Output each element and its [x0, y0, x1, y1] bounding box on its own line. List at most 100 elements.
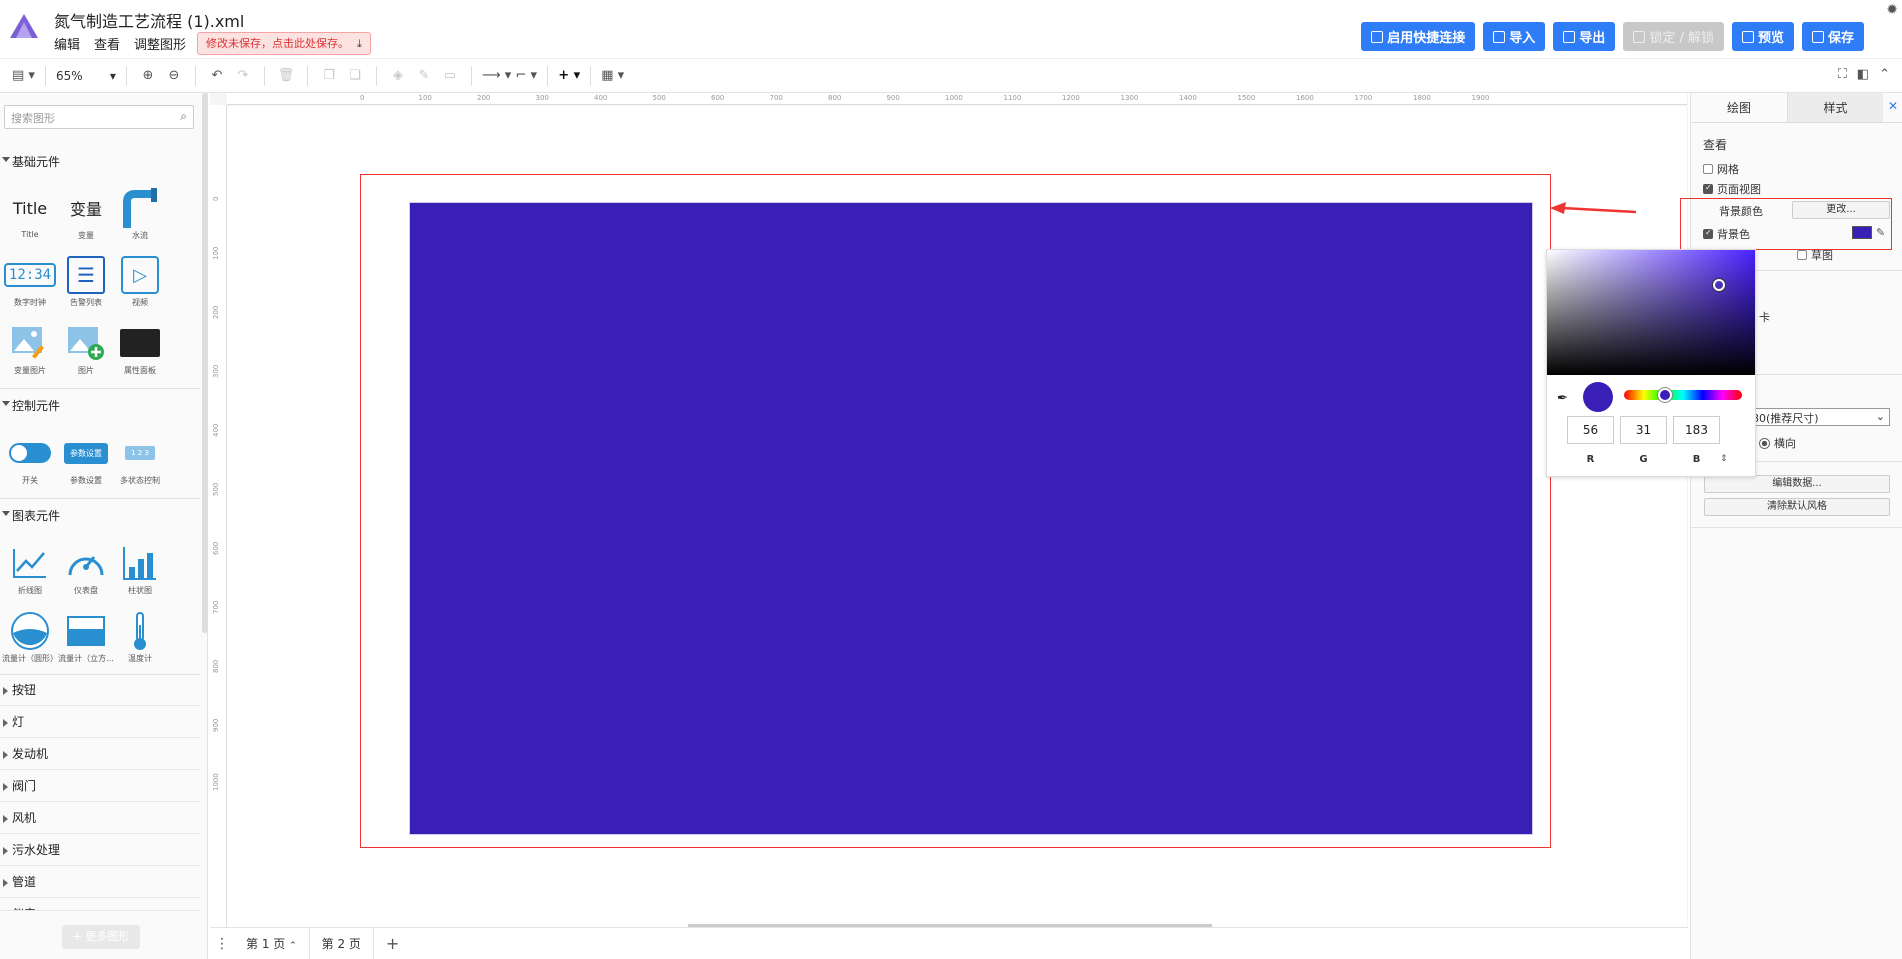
delete-icon[interactable]: 🗑: [275, 65, 297, 87]
page-background[interactable]: [409, 202, 1533, 835]
waypoints-icon[interactable]: ⌐ ▾: [515, 65, 537, 87]
category-fans[interactable]: 风机: [0, 803, 200, 834]
search-input[interactable]: 搜索图形 ⌕: [4, 105, 194, 129]
more-vertical-icon[interactable]: ⋮: [210, 936, 234, 952]
more-shapes-button[interactable]: + 更多图形: [62, 925, 140, 949]
zoom-out-icon[interactable]: ⊖: [163, 65, 185, 87]
menu-edit[interactable]: 编辑: [54, 34, 80, 53]
diagram-page[interactable]: [227, 106, 1687, 927]
menu-view[interactable]: 查看: [94, 34, 120, 53]
shape-image[interactable]: 图片: [58, 321, 114, 376]
category-sewage[interactable]: 污水处理: [0, 835, 200, 866]
page-tab-1[interactable]: 第 1 页 ⌃: [234, 927, 310, 959]
hue-slider[interactable]: [1624, 390, 1742, 400]
shape-digital-clock[interactable]: 12:34 数字时钟: [2, 253, 58, 308]
tab-style[interactable]: 样式: [1787, 93, 1883, 122]
unsaved-notice-button[interactable]: 修改未保存，点击此处保存。 ⤓: [197, 32, 371, 55]
category-lights[interactable]: 灯: [0, 707, 200, 738]
theme-toggle-icon[interactable]: ✹: [1886, 2, 1898, 18]
section-chart[interactable]: 图表元件: [0, 507, 200, 524]
divider: [547, 65, 549, 86]
shape-variable-image[interactable]: 变量图片: [2, 321, 58, 376]
shape-title[interactable]: Title Title: [2, 186, 58, 240]
shape-library: 搜索图形 ⌕ 基础元件 Title Title 变量 变量 水流 12:34 数…: [0, 93, 208, 959]
green-input[interactable]: 31: [1620, 416, 1667, 444]
shape-flowmeter-cube[interactable]: 流量计（立方...: [58, 609, 114, 664]
format-toggle-icon[interactable]: ⇕: [1720, 454, 1728, 464]
shape-variable[interactable]: 变量 变量: [58, 186, 114, 241]
table-icon[interactable]: ▦ ▾: [601, 65, 624, 87]
shape-bar-chart[interactable]: 柱状图: [112, 541, 168, 596]
page-tab-label: 第 1 页: [246, 936, 286, 951]
shape-switch[interactable]: 开关: [2, 431, 58, 486]
import-button[interactable]: 导入: [1483, 22, 1546, 51]
sidebar-scrollbar[interactable]: [202, 93, 208, 633]
eyedropper-icon[interactable]: ✒: [1557, 391, 1568, 406]
fill-color-icon[interactable]: ◈: [387, 65, 409, 87]
param-button-preview: 参数设置: [58, 431, 114, 475]
shape-gauge[interactable]: 仪表盘: [58, 541, 114, 596]
category-buttons[interactable]: 按钮: [0, 675, 200, 706]
grid-checkbox[interactable]: 网格: [1703, 161, 1739, 177]
page-view-checkbox[interactable]: 页面视图: [1703, 181, 1761, 197]
edit-data-button[interactable]: 编辑数据...: [1704, 475, 1890, 493]
category-valves[interactable]: 阀门: [0, 771, 200, 802]
preview-button[interactable]: 预览: [1731, 22, 1794, 51]
paper-size-select[interactable]: 80(推荐尺寸) ⌄: [1747, 408, 1890, 426]
shadow-icon[interactable]: ▭: [439, 65, 461, 87]
category-meters[interactable]: 仪表: [0, 899, 200, 911]
toolbar: ▤ ▾ 65% ▾ ⊕ ⊖ ↶ ↷ 🗑 ❐ ❏ ◈ ✎ ▭ ⟶ ▾ ⌐ ▾ + ▾…: [0, 58, 1902, 93]
menu-arrange[interactable]: 调整图形: [134, 34, 186, 53]
section-control[interactable]: 控制元件: [0, 397, 200, 414]
save-button[interactable]: 保存: [1801, 22, 1864, 51]
format-panel-icon[interactable]: ◧: [1857, 67, 1869, 82]
flowmeter-round-icon: [2, 609, 58, 653]
divider: [590, 65, 592, 86]
category-pipes[interactable]: 管道: [0, 867, 200, 898]
to-back-icon[interactable]: ❏: [344, 65, 366, 87]
shape-thermometer[interactable]: 温度计: [112, 609, 168, 664]
page-tab-2[interactable]: 第 2 页: [310, 927, 374, 959]
blue-input[interactable]: 183: [1673, 416, 1720, 444]
undo-icon[interactable]: ↶: [206, 65, 228, 87]
close-icon[interactable]: ✕: [1888, 99, 1898, 113]
hue-slider-handle[interactable]: [1658, 388, 1672, 402]
saturation-value-area[interactable]: [1547, 250, 1755, 375]
red-input[interactable]: 56: [1567, 416, 1614, 444]
insert-icon[interactable]: + ▾: [558, 65, 580, 87]
shape-video[interactable]: ▷ 视频: [112, 253, 168, 308]
export-button[interactable]: 导出: [1553, 22, 1616, 51]
to-front-icon[interactable]: ❐: [318, 65, 340, 87]
add-page-icon[interactable]: +: [374, 928, 411, 959]
shape-multi-state[interactable]: 1 2 3 多状态控制: [112, 431, 168, 486]
ruler-tick-label: 600: [212, 541, 220, 555]
fullscreen-icon[interactable]: ⛶: [1838, 67, 1847, 82]
collapse-icon[interactable]: ⌃: [1879, 67, 1890, 82]
shape-caption: 变量图片: [14, 366, 46, 375]
zoom-in-icon[interactable]: ⊕: [137, 65, 159, 87]
app-logo-icon: [10, 14, 38, 38]
shape-alarm-list[interactable]: ☰ 告警列表: [58, 253, 114, 308]
shape-water-flow[interactable]: 水流: [112, 186, 168, 241]
checkbox-icon: [1797, 250, 1807, 260]
landscape-radio[interactable]: 横向: [1759, 435, 1796, 451]
connection-icon[interactable]: ⟶ ▾: [482, 65, 511, 87]
layout-panel-icon[interactable]: ▤ ▾: [12, 65, 35, 87]
shape-property-panel[interactable]: 属性面板: [112, 321, 168, 376]
saturation-value-handle[interactable]: [1713, 279, 1725, 291]
shape-line-chart[interactable]: 折线图: [2, 541, 58, 596]
zoom-select[interactable]: 65% ▾: [56, 69, 116, 83]
clear-default-style-button[interactable]: 清除默认风格: [1704, 498, 1890, 516]
shape-flowmeter-round[interactable]: 流量计（圆形）: [2, 609, 58, 664]
quick-connect-button[interactable]: 启用快捷连接: [1361, 22, 1476, 51]
ruler-tick-label: 1700: [1354, 94, 1373, 102]
search-icon[interactable]: ⌕: [180, 109, 187, 124]
shape-param-setting[interactable]: 参数设置 参数设置: [58, 431, 114, 486]
category-engines[interactable]: 发动机: [0, 739, 200, 770]
tab-diagram[interactable]: 绘图: [1691, 93, 1787, 122]
section-basic[interactable]: 基础元件: [0, 153, 200, 170]
redo-icon[interactable]: ↷: [232, 65, 254, 87]
panel-icon: [112, 321, 168, 365]
lock-button[interactable]: 锁定 / 解锁: [1623, 22, 1724, 51]
line-color-icon[interactable]: ✎: [413, 65, 435, 87]
